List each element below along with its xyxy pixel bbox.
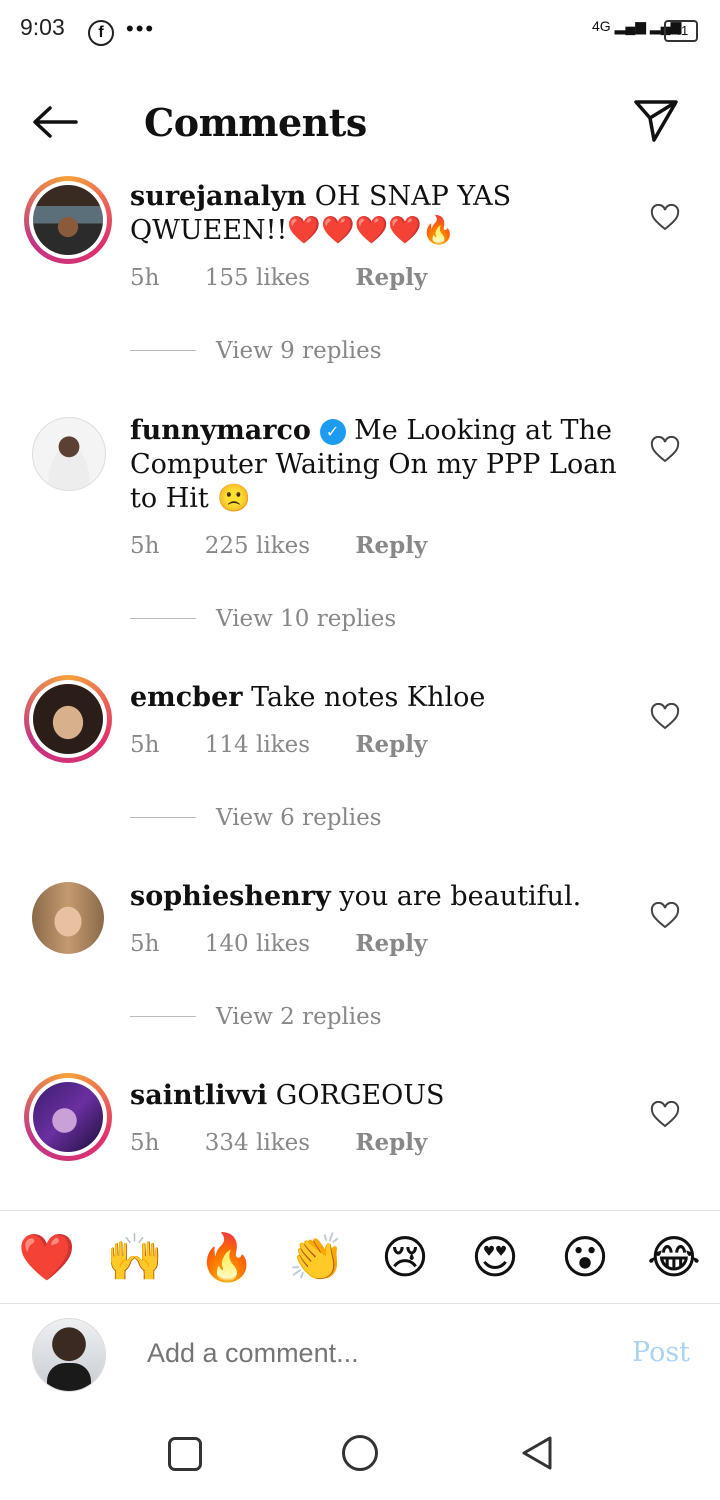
emoji-heart-eyes[interactable]: 😍: [467, 1229, 523, 1285]
view-replies-button[interactable]: View 9 replies: [130, 338, 382, 364]
status-time: 9:03: [20, 14, 65, 40]
reply-button[interactable]: Reply: [355, 1129, 427, 1156]
emoji-fire[interactable]: 🔥: [198, 1229, 255, 1285]
divider: [130, 1016, 196, 1017]
avatar[interactable]: [24, 675, 112, 763]
comment-username[interactable]: sophieshenry: [130, 881, 331, 912]
comment-body: you are beautiful.: [339, 881, 582, 912]
avatar[interactable]: [24, 1073, 112, 1161]
comment-username[interactable]: emcber: [130, 682, 242, 713]
comment-likes[interactable]: 334 likes: [205, 1130, 310, 1156]
emoji-clapping-hands[interactable]: 👏: [288, 1229, 345, 1285]
paper-plane-icon[interactable]: [632, 98, 680, 144]
comment-text: sophieshenry you are beautiful.: [130, 880, 620, 914]
comment-meta: 5h 140 likes Reply: [130, 930, 465, 957]
verified-badge-icon: ✓: [319, 419, 346, 445]
comment-text: funnymarco ✓ Me Looking at The Computer …: [130, 414, 620, 516]
heart-icon[interactable]: [650, 436, 680, 464]
view-replies-label: View 9 replies: [216, 338, 382, 364]
heart-icon[interactable]: [650, 1101, 680, 1129]
quick-reaction-bar: ❤️ 🙌 🔥 👏 😢 😍 😮 😂: [0, 1210, 720, 1304]
comment-meta: 5h 334 likes Reply: [130, 1129, 465, 1156]
emoji-crying-face[interactable]: 😢: [377, 1229, 433, 1285]
comment-username[interactable]: surejanalyn: [130, 181, 306, 212]
battery-level: 41: [673, 23, 689, 38]
avatar: [32, 1318, 106, 1392]
avatar[interactable]: [24, 176, 112, 264]
comments-header: Comments: [0, 80, 720, 160]
comment-text: emcber Take notes Khloe: [130, 681, 620, 715]
comment-meta: 5h 225 likes Reply: [130, 532, 465, 559]
comment-body: GORGEOUS: [275, 1080, 445, 1111]
system-navigation-bar: [0, 1410, 720, 1500]
comment-composer: Post: [0, 1303, 720, 1408]
comment-time: 5h: [130, 732, 160, 758]
reply-button[interactable]: Reply: [355, 532, 427, 559]
comment-time: 5h: [130, 1130, 160, 1156]
comment-likes[interactable]: 140 likes: [205, 931, 310, 957]
home-icon[interactable]: [342, 1435, 378, 1471]
emoji-surprised-face[interactable]: 😮: [557, 1229, 613, 1285]
back-triangle-icon[interactable]: [520, 1434, 554, 1472]
comment-meta: 5h 155 likes Reply: [130, 264, 465, 291]
view-replies-label: View 2 replies: [216, 1004, 382, 1030]
comment-text: surejanalyn OH SNAP YAS QWUEEN!!❤️❤️❤️❤️…: [130, 180, 620, 248]
emoji-raising-hands[interactable]: 🙌: [106, 1229, 163, 1285]
comment-username[interactable]: funnymarco: [130, 415, 311, 446]
comment-username[interactable]: saintlivvi: [130, 1080, 267, 1111]
reply-button[interactable]: Reply: [355, 930, 427, 957]
comment-time: 5h: [130, 265, 160, 291]
status-bar: 9:03 f ••• 4G ▂▄▆ ▂▄▆ 41: [0, 0, 720, 64]
view-replies-label: View 6 replies: [216, 805, 382, 831]
facebook-notification-icon: f: [88, 20, 114, 46]
page-title: Comments: [144, 100, 367, 145]
comment-body: Take notes Khloe: [251, 682, 486, 713]
view-replies-button[interactable]: View 6 replies: [130, 805, 382, 831]
view-replies-label: View 10 replies: [216, 606, 397, 632]
network-type: 4G: [592, 18, 611, 34]
comment-meta: 5h 114 likes Reply: [130, 731, 465, 758]
post-button[interactable]: Post: [632, 1337, 690, 1368]
reply-button[interactable]: Reply: [355, 731, 427, 758]
divider: [130, 618, 196, 619]
comment-time: 5h: [130, 533, 160, 559]
recent-apps-icon[interactable]: [168, 1437, 202, 1471]
comment-input[interactable]: [145, 1337, 589, 1370]
arrow-left-icon[interactable]: [30, 102, 80, 142]
comment-text: saintlivvi GORGEOUS: [130, 1079, 620, 1113]
battery-icon: 41: [664, 20, 698, 42]
heart-icon[interactable]: [650, 703, 680, 731]
reply-button[interactable]: Reply: [355, 264, 427, 291]
view-replies-button[interactable]: View 2 replies: [130, 1004, 382, 1030]
avatar[interactable]: [24, 409, 112, 497]
view-replies-button[interactable]: View 10 replies: [130, 606, 396, 632]
heart-icon[interactable]: [650, 902, 680, 930]
more-notifications-icon: •••: [126, 16, 156, 41]
comment-likes[interactable]: 225 likes: [205, 533, 310, 559]
avatar[interactable]: [24, 874, 112, 962]
divider: [130, 817, 196, 818]
emoji-heart[interactable]: ❤️: [18, 1229, 75, 1285]
emoji-tears-of-joy[interactable]: 😂: [646, 1229, 702, 1285]
comment-time: 5h: [130, 931, 160, 957]
divider: [130, 350, 196, 351]
comment-likes[interactable]: 114 likes: [205, 732, 310, 758]
comment-likes[interactable]: 155 likes: [205, 265, 310, 291]
heart-icon[interactable]: [650, 204, 680, 232]
